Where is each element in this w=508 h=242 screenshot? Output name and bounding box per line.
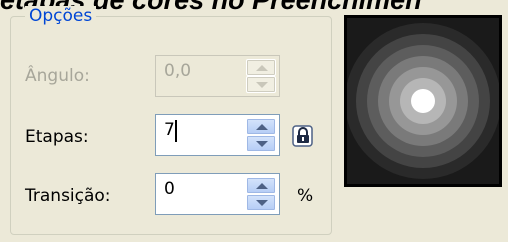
radial-gradient-preview <box>347 18 499 184</box>
steps-spinbox[interactable] <box>155 114 280 156</box>
angle-spinbox <box>155 55 280 97</box>
gradient-ring <box>411 89 435 113</box>
text-caret <box>175 120 177 142</box>
angle-label: Ângulo: <box>25 66 90 86</box>
spin-down-arrow-icon <box>256 141 268 147</box>
angle-spin-down-button <box>246 76 276 93</box>
fill-preview <box>344 15 502 187</box>
options-group-legend: Opções <box>25 6 97 26</box>
steps-spinner[interactable] <box>246 118 276 152</box>
transition-spinbox[interactable] <box>155 173 280 215</box>
angle-input <box>164 61 239 81</box>
steps-spin-down-button[interactable] <box>246 135 276 152</box>
spin-up-arrow-icon <box>256 65 268 71</box>
lock-icon <box>292 125 313 147</box>
steps-spin-up-button[interactable] <box>246 118 276 135</box>
transition-spin-up-button[interactable] <box>246 177 276 194</box>
spin-down-arrow-icon <box>256 82 268 88</box>
steps-label: Etapas: <box>25 127 89 147</box>
transition-spinner[interactable] <box>246 177 276 211</box>
spin-up-arrow-icon <box>256 183 268 189</box>
spin-up-arrow-icon <box>256 124 268 130</box>
transition-label: Transição: <box>25 186 111 206</box>
angle-spin-up-button <box>246 59 276 76</box>
spin-down-arrow-icon <box>256 200 268 206</box>
angle-spinner <box>246 59 276 93</box>
transition-spin-down-button[interactable] <box>246 194 276 211</box>
transition-input[interactable] <box>164 179 239 199</box>
transition-unit-label: % <box>297 186 314 206</box>
steps-lock-button[interactable] <box>290 124 316 148</box>
